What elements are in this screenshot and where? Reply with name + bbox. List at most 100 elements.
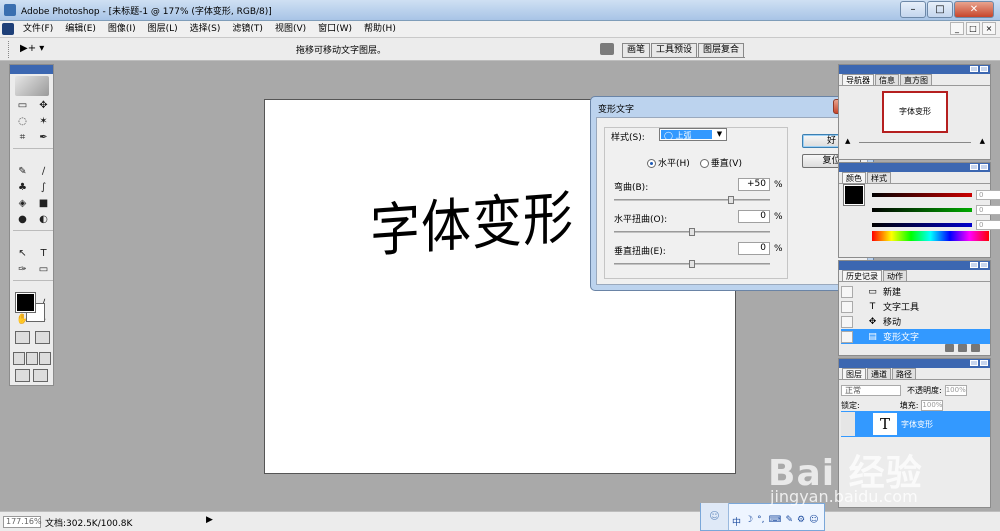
panel-header[interactable]	[839, 261, 990, 270]
menu-help[interactable]: 帮助(H)	[357, 21, 401, 38]
menu-view[interactable]: 视图(V)	[268, 21, 311, 38]
dodge-tool-icon[interactable]: ◐	[34, 212, 53, 227]
menu-layer[interactable]: 图层(L)	[141, 21, 183, 38]
panel-minimize-button[interactable]	[970, 66, 978, 72]
toolbox-header[interactable]	[10, 65, 53, 74]
full-screen-menu-button[interactable]	[26, 352, 38, 365]
zoom-out-icon[interactable]: ▲	[845, 137, 850, 145]
tab-navigator[interactable]: 导航器	[842, 74, 874, 85]
full-screen-button[interactable]	[39, 352, 51, 365]
history-brush-source-checkbox[interactable]	[841, 300, 853, 313]
new-document-from-state-icon[interactable]	[945, 344, 954, 352]
warped-text-layer[interactable]: 字体变形	[370, 171, 574, 268]
brush-tool-icon[interactable]: ∕	[34, 164, 53, 179]
ime-avatar-icon[interactable]: ☺	[701, 503, 729, 530]
doc-restore-button[interactable]: □	[966, 22, 980, 35]
green-channel-slider[interactable]	[872, 208, 972, 212]
history-brush-source-checkbox[interactable]	[841, 285, 853, 298]
eraser-tool-icon[interactable]: ◈	[13, 196, 32, 211]
eye-icon[interactable]	[841, 412, 855, 436]
panel-header[interactable]	[839, 163, 990, 172]
tab-layers[interactable]: 图层	[842, 368, 866, 379]
green-channel-input[interactable]: 0	[976, 205, 1000, 215]
ime-smiley-icon[interactable]: ☺	[809, 515, 818, 528]
foreground-color-swatch[interactable]	[15, 292, 36, 313]
tab-history[interactable]: 历史记录	[842, 270, 882, 281]
red-channel-slider[interactable]	[872, 193, 972, 197]
clone-stamp-tool-icon[interactable]: ♣	[13, 180, 32, 195]
zoom-slider-track[interactable]	[859, 142, 971, 143]
tab-paths[interactable]: 路径	[892, 368, 916, 379]
panel-header[interactable]	[839, 359, 990, 368]
ime-keyboard-icon[interactable]: ⌨	[768, 515, 781, 528]
opacity-input[interactable]: 100%	[944, 385, 967, 396]
doc-close-button[interactable]: ×	[982, 22, 996, 35]
slice-tool-icon[interactable]: ✒	[34, 130, 53, 145]
color-panel-swatch[interactable]	[843, 184, 865, 206]
history-brush-source-checkbox[interactable]	[841, 330, 853, 343]
menu-filter[interactable]: 滤镜(T)	[225, 21, 268, 38]
vertical-distortion-slider-thumb[interactable]	[689, 260, 695, 268]
vertical-distortion-input[interactable]: 0	[738, 242, 770, 255]
status-menu-arrow-icon[interactable]: ▶	[206, 515, 213, 525]
path-selection-tool-icon[interactable]: ↖	[13, 246, 32, 261]
trash-icon[interactable]	[971, 344, 980, 352]
layer-row[interactable]: T 字体变形	[841, 411, 990, 437]
navigator-zoom-slider[interactable]: ▲ ▲	[845, 137, 985, 147]
doc-minimize-button[interactable]: _	[950, 22, 964, 35]
type-tool-icon[interactable]: T	[34, 246, 53, 261]
tab-brushes[interactable]: 画笔	[622, 43, 651, 57]
photoshop-doc-icon[interactable]	[2, 23, 14, 35]
magic-wand-tool-icon[interactable]: ✶	[34, 114, 53, 129]
adobe-feather-icon[interactable]	[15, 76, 49, 96]
horizontal-distortion-input[interactable]: 0	[738, 210, 770, 223]
tab-channels[interactable]: 通道	[867, 368, 891, 379]
panel-minimize-button[interactable]	[970, 360, 978, 366]
navigator-thumbnail[interactable]: 字体变形	[882, 91, 948, 133]
lasso-tool-icon[interactable]: ◌	[13, 114, 32, 129]
blend-mode-select[interactable]: 正常	[841, 385, 901, 396]
panel-close-button[interactable]	[980, 360, 988, 366]
minimize-button[interactable]: –	[900, 1, 926, 18]
close-button[interactable]: ✕	[954, 1, 994, 18]
options-grip[interactable]	[8, 41, 10, 58]
vertical-radio[interactable]	[699, 159, 709, 168]
tab-styles[interactable]: 样式	[867, 172, 891, 183]
pen-tool-icon[interactable]: ✑	[13, 262, 32, 277]
tab-layer-comps[interactable]: 图层复合	[698, 43, 745, 57]
menu-window[interactable]: 窗口(W)	[311, 21, 357, 38]
quick-mask-button[interactable]	[35, 331, 50, 344]
history-item-selected[interactable]: ▤ 变形文字	[841, 329, 990, 344]
history-brush-tool-icon[interactable]: ∫	[34, 180, 53, 195]
red-channel-input[interactable]: 0	[976, 190, 1000, 200]
blue-channel-slider[interactable]	[872, 223, 972, 227]
color-ramp[interactable]	[872, 231, 989, 241]
bend-input[interactable]: +50	[738, 178, 770, 191]
layer-name[interactable]: 字体变形	[901, 419, 933, 430]
history-item[interactable]: T 文字工具	[841, 299, 990, 314]
panel-close-button[interactable]	[980, 66, 988, 72]
jump-to-imageready-button[interactable]	[15, 369, 30, 382]
horizontal-option[interactable]: 水平(H)	[647, 156, 690, 169]
history-item[interactable]: ✥ 移动	[841, 314, 990, 329]
bend-slider-track[interactable]	[614, 196, 770, 204]
crop-tool-icon[interactable]: ⌗	[13, 130, 32, 145]
menu-edit[interactable]: 编辑(E)	[58, 21, 101, 38]
tab-histogram[interactable]: 直方图	[900, 74, 932, 85]
new-snapshot-icon[interactable]	[958, 344, 967, 352]
marquee-tool-icon[interactable]: ▭	[13, 98, 32, 113]
ime-pen-icon[interactable]: ✎	[785, 515, 793, 528]
vertical-distortion-slider-track[interactable]	[614, 260, 770, 268]
file-browser-icon[interactable]	[600, 43, 614, 55]
menu-file[interactable]: 文件(F)	[16, 21, 58, 38]
bend-slider-thumb[interactable]	[728, 196, 734, 204]
menu-select[interactable]: 选择(S)	[183, 21, 226, 38]
panel-header[interactable]	[839, 65, 990, 74]
history-item[interactable]: ▭ 新建	[841, 284, 990, 299]
shape-tool-icon[interactable]: ▭	[34, 262, 53, 277]
panel-minimize-button[interactable]	[970, 164, 978, 170]
panel-close-button[interactable]	[980, 262, 988, 268]
healing-brush-tool-icon[interactable]: ✎	[13, 164, 32, 179]
history-brush-source-checkbox[interactable]	[841, 315, 853, 328]
horizontal-distortion-slider-thumb[interactable]	[689, 228, 695, 236]
